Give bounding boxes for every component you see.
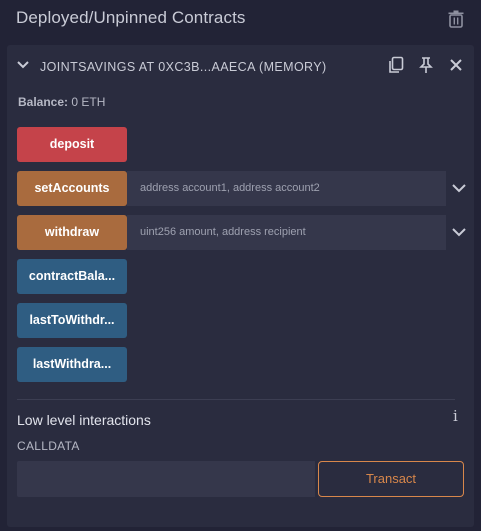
withdraw-button[interactable]: withdraw [17, 215, 127, 250]
divider [17, 399, 455, 400]
info-icon[interactable]: i [453, 407, 458, 425]
balance-display: Balance: 0 ETH [18, 95, 105, 109]
trash-icon[interactable] [448, 10, 464, 28]
copy-icon[interactable] [387, 56, 405, 74]
set-accounts-button[interactable]: setAccounts [17, 171, 127, 206]
contract-instance-panel: JOINTSAVINGS AT 0XC3B...AAECA (MEMORY) B… [7, 45, 474, 527]
calldata-input[interactable] [17, 461, 315, 497]
deployed-contracts-header: Deployed/Unpinned Contracts [0, 0, 481, 36]
balance-value: 0 ETH [71, 95, 106, 109]
instance-header[interactable]: JOINTSAVINGS AT 0XC3B...AAECA (MEMORY) [7, 45, 474, 87]
close-icon[interactable] [447, 56, 465, 74]
low-level-title: Low level interactions [17, 412, 151, 428]
chevron-down-icon[interactable] [16, 59, 30, 71]
deposit-button[interactable]: deposit [17, 127, 127, 162]
calldata-label: CALLDATA [17, 439, 80, 453]
withdraw-args-input[interactable]: uint256 amount, address recipient [127, 215, 446, 250]
instance-title: JOINTSAVINGS AT 0XC3B...AAECA (MEMORY) [40, 60, 327, 74]
set-accounts-args-input[interactable]: address account1, address account2 [127, 171, 446, 206]
transact-button[interactable]: Transact [318, 461, 464, 497]
chevron-down-icon[interactable] [451, 226, 467, 238]
section-title: Deployed/Unpinned Contracts [16, 8, 246, 27]
contract-balance-button[interactable]: contractBala... [17, 259, 127, 294]
balance-label: Balance: [18, 95, 69, 109]
last-withdraw-button[interactable]: lastWithdra... [17, 347, 127, 382]
chevron-down-icon[interactable] [451, 182, 467, 194]
pin-icon[interactable] [417, 56, 435, 74]
last-to-withdraw-button[interactable]: lastToWithdr... [17, 303, 127, 338]
